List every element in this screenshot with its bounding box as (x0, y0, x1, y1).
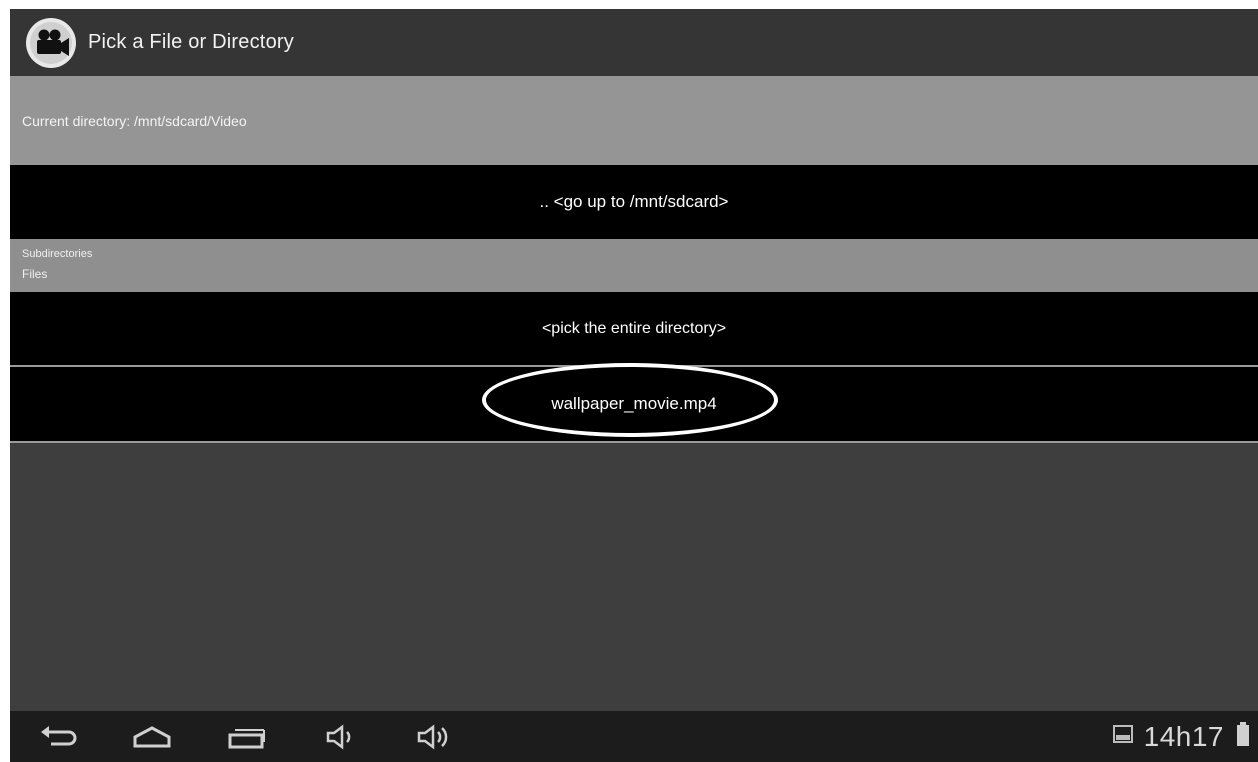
volume-up-icon[interactable] (408, 719, 462, 755)
go-up-label: .. <go up to /mnt/sdcard> (539, 192, 729, 211)
title-bar: Pick a File or Directory (10, 9, 1258, 76)
current-directory-label: Current directory: /mnt/sdcard/Video (22, 112, 247, 129)
app-window: Pick a File or Directory Current directo… (10, 9, 1258, 762)
video-camera-icon[interactable] (25, 17, 77, 69)
navigation-bar: 14h17 (10, 711, 1258, 762)
empty-list-area (10, 443, 1258, 711)
battery-icon (1236, 721, 1250, 752)
page-title: Pick a File or Directory (88, 31, 294, 53)
clock: 14h17 (1143, 720, 1224, 752)
files-header: Files (22, 267, 48, 281)
status-area: 14h17 (1112, 711, 1250, 762)
subdirectories-header: Subdirectories (22, 248, 93, 260)
home-icon[interactable] (125, 719, 179, 755)
file-name-label: wallpaper_movie.mp4 (551, 394, 717, 413)
file-row[interactable]: wallpaper_movie.mp4 (10, 367, 1258, 441)
current-directory-bar: Current directory: /mnt/sdcard/Video (10, 76, 1258, 165)
recent-apps-icon[interactable] (220, 719, 274, 755)
pick-directory-row[interactable]: <pick the entire directory> (10, 292, 1258, 365)
gallery-icon (1112, 723, 1134, 750)
pick-directory-label: <pick the entire directory> (541, 319, 727, 337)
volume-down-icon[interactable] (315, 719, 369, 755)
back-icon[interactable] (32, 719, 86, 755)
section-header: Subdirectories Files (10, 239, 1258, 292)
go-up-row[interactable]: .. <go up to /mnt/sdcard> (10, 165, 1258, 239)
